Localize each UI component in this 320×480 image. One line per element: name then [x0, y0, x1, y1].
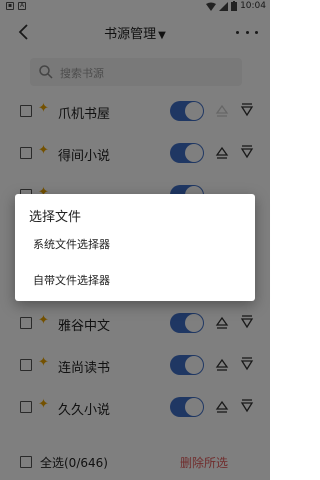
system-file-picker-option[interactable]: 系统文件选择器	[15, 226, 255, 260]
option-label: 系统文件选择器	[33, 238, 110, 251]
select-file-dialog: 选择文件 系统文件选择器 自带文件选择器	[15, 194, 255, 301]
dialog-title: 选择文件	[29, 210, 82, 225]
builtin-file-picker-option[interactable]: 自带文件选择器	[15, 262, 255, 296]
option-label: 自带文件选择器	[33, 274, 110, 287]
